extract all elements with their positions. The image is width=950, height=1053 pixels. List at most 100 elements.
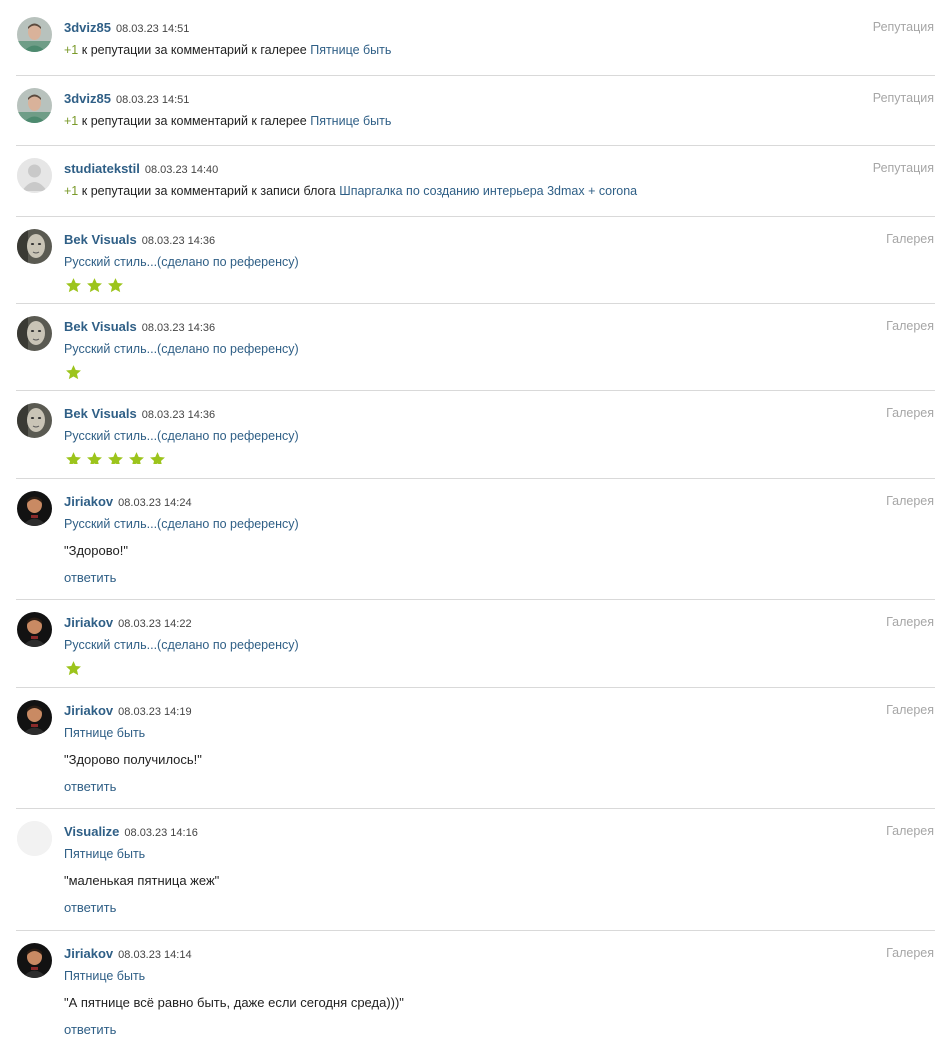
reputation-target-link[interactable]: Пятнице быть: [310, 114, 391, 128]
divider: [16, 145, 935, 146]
star-icon: [107, 451, 124, 464]
username-link[interactable]: Jiriakov: [64, 703, 113, 718]
activity-item: Jiriakov 08.03.23 14:14 Галерея Пятнице быт…: [0, 943, 950, 1053]
divider: [16, 930, 935, 931]
avatar[interactable]: [17, 403, 52, 438]
avatar[interactable]: [17, 700, 52, 735]
reputation-line: +1 к репутации за комментарий к галерее …: [64, 43, 391, 57]
divider: [16, 216, 935, 217]
category-label: Репутация: [872, 20, 934, 34]
category-label: Галерея: [886, 406, 934, 420]
avatar[interactable]: [17, 316, 52, 351]
reply-link[interactable]: ответить: [64, 570, 116, 585]
star-icon: [86, 277, 103, 294]
username-link[interactable]: 3dviz85: [64, 20, 111, 35]
category-label: Галерея: [886, 319, 934, 333]
activity-item: Visualize 08.03.23 14:16 Галерея Пятнице бы…: [0, 821, 950, 931]
divider: [16, 303, 935, 304]
avatar[interactable]: [17, 88, 52, 123]
star-icon: [65, 660, 82, 677]
category-label: Репутация: [872, 91, 934, 105]
divider: [16, 599, 935, 600]
reply-link[interactable]: ответить: [64, 900, 116, 915]
username-link[interactable]: 3dviz85: [64, 91, 111, 106]
reputation-plus: +1: [64, 43, 79, 57]
timestamp: 08.03.23 14:51: [115, 23, 190, 35]
item-header: 3dviz85 08.03.23 14:51: [64, 19, 189, 35]
username-link[interactable]: Jiriakov: [64, 946, 113, 961]
star-icon: [86, 451, 103, 464]
item-header: studiatekstil 08.03.23 14:40: [64, 160, 218, 176]
avatar[interactable]: [17, 943, 52, 978]
gallery-link[interactable]: Русский стиль...(сделано по референсу): [64, 638, 299, 652]
timestamp: 08.03.23 14:22: [118, 618, 192, 630]
reply-link[interactable]: ответить: [64, 1022, 116, 1037]
username-link[interactable]: Bek Visuals: [64, 232, 137, 247]
divider: [16, 390, 935, 391]
reply-link[interactable]: ответить: [64, 779, 116, 794]
item-header: Visualize 08.03.23 14:16: [64, 823, 198, 839]
comment-text: "Здорово!": [64, 543, 128, 558]
category-label: Галерея: [886, 703, 934, 717]
comment-text: "Здорово получилось!": [64, 752, 202, 767]
username-link[interactable]: Bek Visuals: [64, 406, 137, 421]
avatar[interactable]: [17, 821, 52, 856]
reputation-line: +1 к репутации за комментарий к записи б…: [64, 184, 637, 198]
timestamp: 08.03.23 14:36: [141, 235, 216, 247]
username-link[interactable]: studiatekstil: [64, 161, 140, 176]
reputation-text: к репутации за комментарий к записи блог…: [81, 184, 336, 198]
timestamp: 08.03.23 14:24: [118, 497, 192, 509]
activity-item: Jiriakov 08.03.23 14:19 Галерея Пятнице быт…: [0, 700, 950, 810]
reputation-text: к репутации за комментарий к галерее: [81, 43, 307, 57]
reputation-target-link[interactable]: Шпаргалка по созданию интерьера 3dmax + …: [339, 184, 637, 198]
username-link[interactable]: Visualize: [64, 824, 119, 839]
divider: [16, 478, 935, 479]
star-icon: [65, 451, 82, 464]
item-header: 3dviz85 08.03.23 14:51: [64, 90, 189, 106]
activity-item: Bek Visuals 08.03.23 14:36 Галерея Русский …: [0, 403, 950, 464]
gallery-link[interactable]: Пятнице быть: [64, 847, 145, 861]
gallery-link[interactable]: Пятнице быть: [64, 726, 145, 740]
username-link[interactable]: Jiriakov: [64, 494, 113, 509]
timestamp: 08.03.23 14:16: [124, 827, 198, 839]
category-label: Репутация: [872, 161, 934, 175]
gallery-link[interactable]: Пятнице быть: [64, 969, 145, 983]
item-header: Bek Visuals 08.03.23 14:36: [64, 231, 215, 247]
item-header: Jiriakov 08.03.23 14:22: [64, 614, 192, 630]
avatar[interactable]: [17, 158, 52, 193]
gallery-link[interactable]: Русский стиль...(сделано по референсу): [64, 517, 299, 531]
divider: [16, 687, 935, 688]
star-icon: [149, 451, 166, 464]
item-header: Jiriakov 08.03.23 14:24: [64, 493, 192, 509]
star-icon: [65, 364, 82, 381]
comment-text: "А пятнице всё равно быть, даже если сег…: [64, 995, 404, 1010]
timestamp: 08.03.23 14:51: [115, 94, 190, 106]
gallery-link[interactable]: Русский стиль...(сделано по референсу): [64, 342, 299, 356]
gallery-link[interactable]: Русский стиль...(сделано по референсу): [64, 255, 299, 269]
avatar[interactable]: [17, 491, 52, 526]
avatar[interactable]: [17, 229, 52, 264]
divider: [16, 808, 935, 809]
timestamp: 08.03.23 14:36: [141, 322, 216, 334]
star-icon: [65, 277, 82, 294]
comment-text: "маленькая пятница жеж": [64, 873, 220, 888]
reputation-target-link[interactable]: Пятнице быть: [310, 43, 391, 57]
category-label: Галерея: [886, 232, 934, 246]
reputation-plus: +1: [64, 114, 79, 128]
username-link[interactable]: Jiriakov: [64, 615, 113, 630]
reputation-plus: +1: [64, 184, 79, 198]
avatar[interactable]: [17, 612, 52, 647]
item-header: Jiriakov 08.03.23 14:19: [64, 702, 192, 718]
username-link[interactable]: Bek Visuals: [64, 319, 137, 334]
star-icon: [128, 451, 145, 464]
timestamp: 08.03.23 14:36: [141, 409, 216, 421]
item-header: Bek Visuals 08.03.23 14:36: [64, 405, 215, 421]
item-header: Bek Visuals 08.03.23 14:36: [64, 318, 215, 334]
reputation-text: к репутации за комментарий к галерее: [81, 114, 307, 128]
divider: [16, 75, 935, 76]
gallery-link[interactable]: Русский стиль...(сделано по референсу): [64, 429, 299, 443]
activity-item: Jiriakov 08.03.23 14:24 Галерея Русский сти…: [0, 491, 950, 601]
avatar[interactable]: [17, 17, 52, 52]
category-label: Галерея: [886, 615, 934, 629]
timestamp: 08.03.23 14:14: [118, 949, 192, 961]
